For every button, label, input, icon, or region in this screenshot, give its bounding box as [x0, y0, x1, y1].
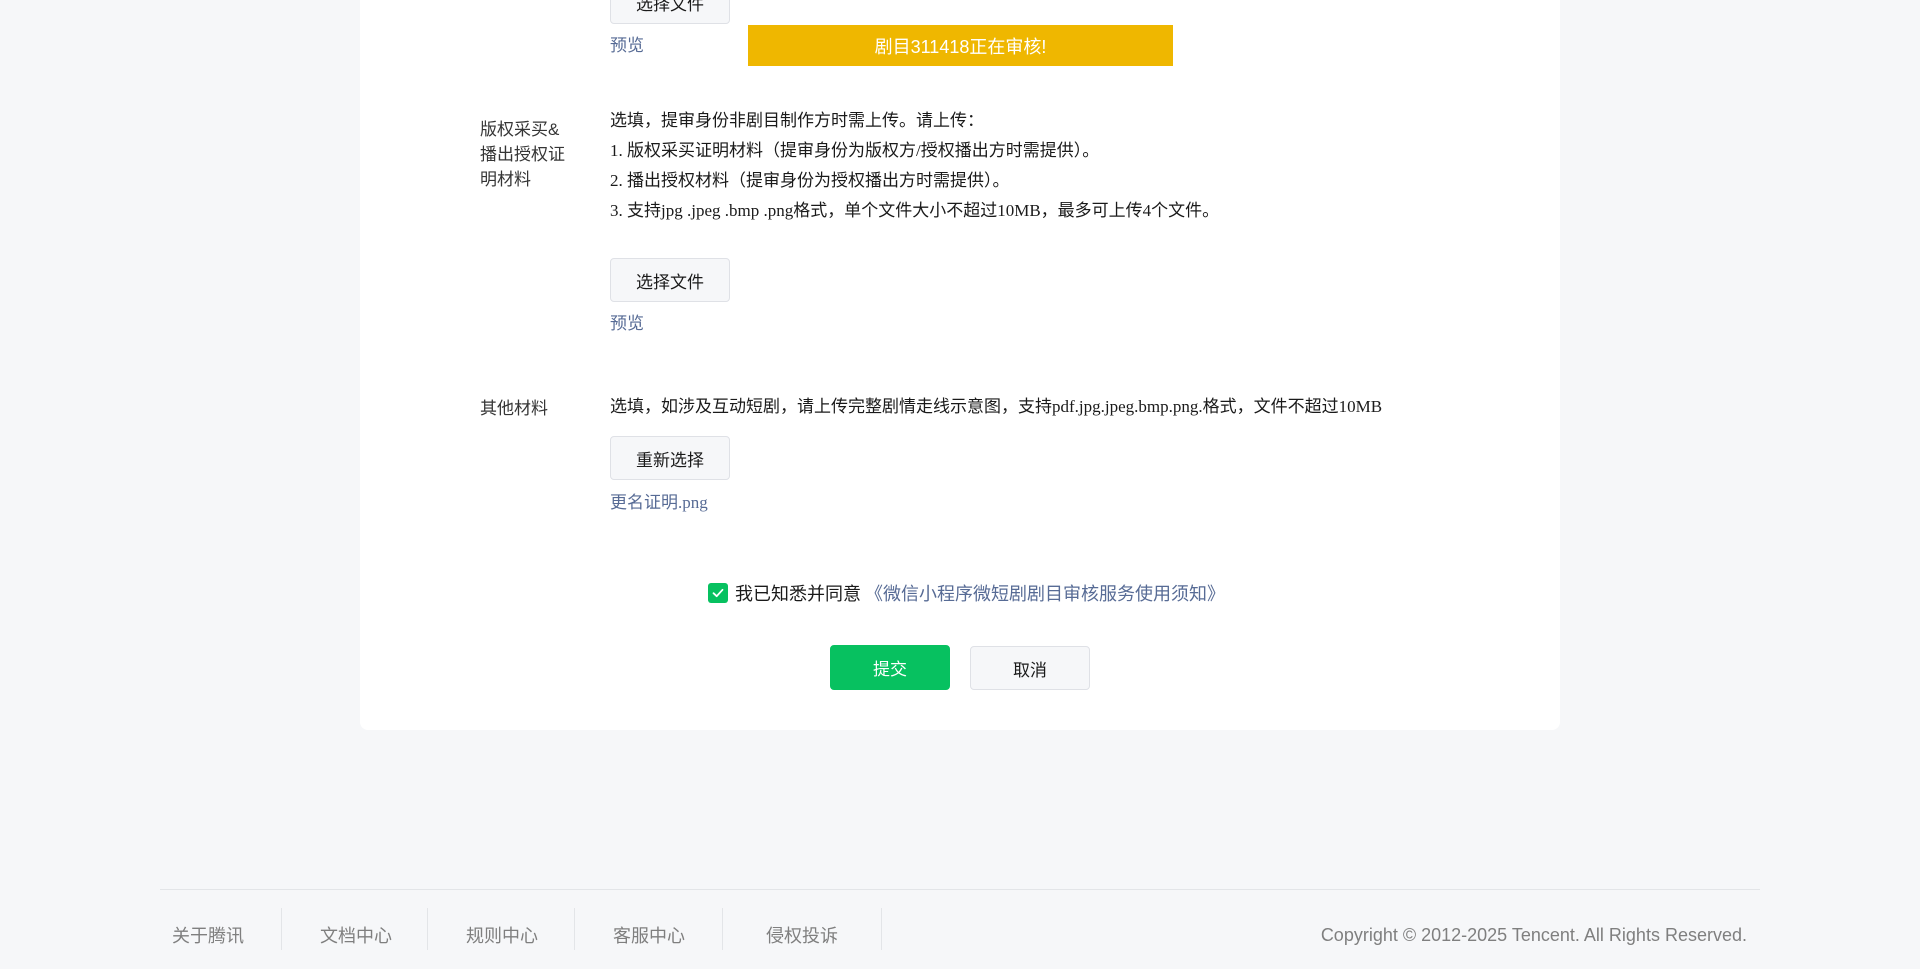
cancel-button[interactable]: 取消: [970, 646, 1090, 690]
footer-separator: [427, 908, 428, 950]
uploaded-file-link[interactable]: 更名证明.png: [610, 490, 708, 516]
footer-separator: [574, 908, 575, 950]
footer-link-about-tencent[interactable]: 关于腾讯: [172, 915, 244, 955]
choose-file-button-top[interactable]: 选择文件: [610, 0, 730, 24]
status-banner: 剧目311418正在审核!: [748, 25, 1173, 66]
footer-link-rules[interactable]: 规则中心: [466, 915, 538, 955]
footer-separator: [881, 908, 882, 950]
copyright-text: Copyright © 2012-2025 Tencent. All Right…: [1320, 924, 1747, 945]
description-line: 3. 支持jpg .jpeg .bmp .png格式，单个文件大小不超过10MB…: [610, 201, 1220, 220]
copyright-proof-label: 版权采买&播出授权证明材料: [480, 120, 565, 189]
footer-divider: [160, 889, 1760, 890]
footer-link-infringement[interactable]: 侵权投诉: [766, 915, 838, 955]
agreement-row: 我已知悉并同意 《微信小程序微短剧剧目审核服务使用须知》: [708, 580, 1225, 606]
footer-link-support[interactable]: 客服中心: [613, 915, 685, 955]
footer-link-docs[interactable]: 文档中心: [320, 915, 392, 955]
choose-file-button[interactable]: 选择文件: [610, 258, 730, 302]
description-line: 2. 播出授权材料（提审身份为授权播出方时需提供）。: [610, 171, 1010, 190]
preview-link[interactable]: 预览: [610, 311, 644, 337]
copyright-proof-description: 选填，提审身份非剧目制作方时需上传。请上传： 1. 版权采买证明材料（提审身份为…: [610, 106, 1219, 226]
description-line: 选填，提审身份非剧目制作方时需上传。请上传：: [610, 111, 984, 130]
agreement-terms-link[interactable]: 《微信小程序微短剧剧目审核服务使用须知》: [865, 580, 1225, 606]
check-icon: [712, 588, 724, 598]
preview-link-top[interactable]: 预览: [610, 33, 644, 59]
reselect-button[interactable]: 重新选择: [610, 436, 730, 480]
submit-button[interactable]: 提交: [830, 645, 950, 690]
footer-separator: [722, 908, 723, 950]
description-line: 1. 版权采买证明材料（提审身份为版权方/授权播出方时需提供）。: [610, 141, 1100, 160]
other-materials-description: 选填，如涉及互动短剧，请上传完整剧情走线示意图，支持pdf.jpg.jpeg.b…: [610, 397, 1383, 416]
other-materials-label: 其他材料: [480, 399, 548, 418]
agreement-text: 我已知悉并同意: [735, 584, 861, 604]
agreement-checkbox[interactable]: [708, 583, 728, 603]
footer-separator: [281, 908, 282, 950]
form-card: 选择文件 预览 剧目311418正在审核! 版权采买&播出授权证明材料 选填，提…: [360, 0, 1560, 730]
